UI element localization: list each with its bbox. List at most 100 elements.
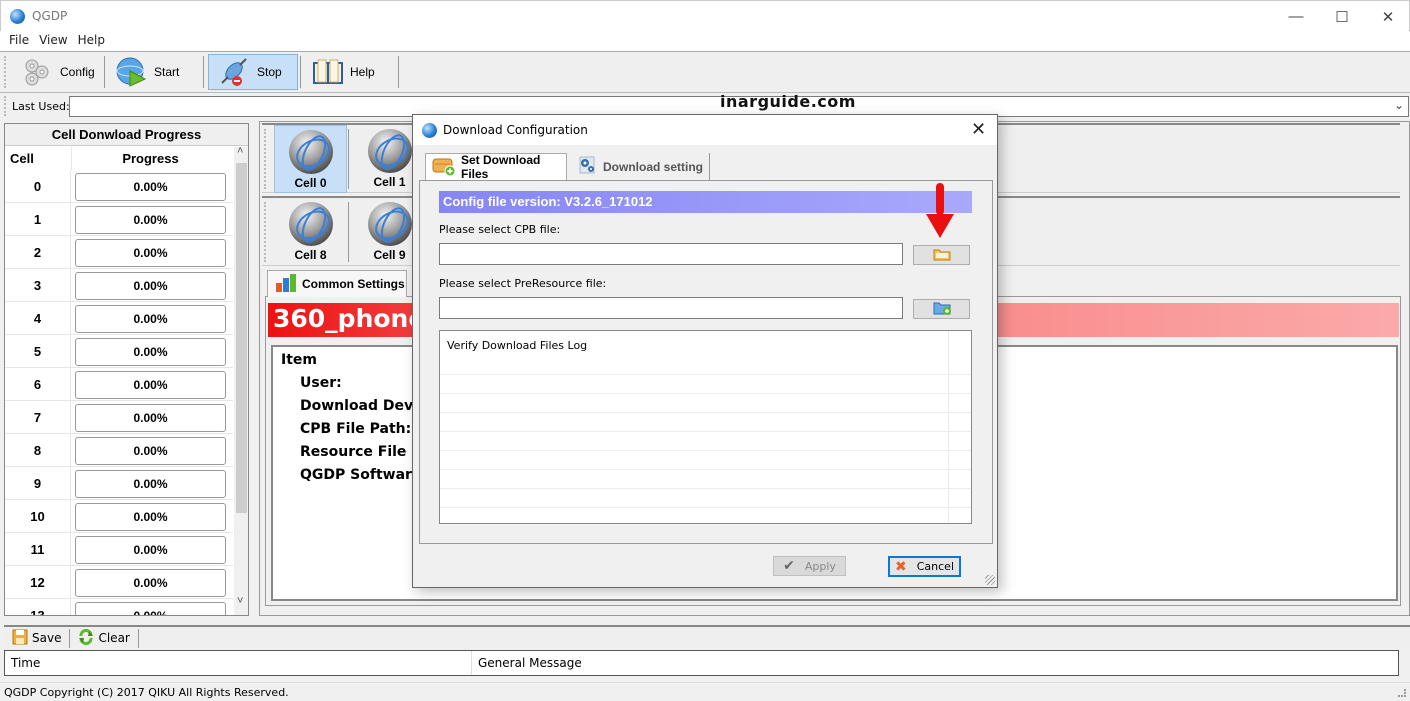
checkmark-icon: ✔ <box>783 558 795 574</box>
cell-progress-value: 0.00% <box>75 371 226 399</box>
log-table-header: Time General Message <box>4 650 1399 676</box>
log-row-line <box>440 450 971 451</box>
start-button[interactable]: Start <box>106 54 201 90</box>
column-time[interactable]: Time <box>11 656 40 670</box>
cell-number: 6 <box>5 368 71 401</box>
cell-progress-value: 0.00% <box>75 338 226 366</box>
column-header-progress: Progress <box>71 147 229 170</box>
minimize-button[interactable]: — <box>1273 1 1319 32</box>
toolbar-separator <box>104 56 105 88</box>
close-button[interactable]: ✕ <box>1365 1 1410 32</box>
cell-number: 1 <box>5 203 71 236</box>
maximize-button[interactable]: ☐ <box>1319 1 1365 32</box>
menu-help[interactable]: Help <box>73 31 110 51</box>
tab-set-download-files[interactable]: Set Download Files <box>425 153 567 181</box>
dialog-close-button[interactable]: ✕ <box>971 119 986 140</box>
cell-number: 8 <box>5 434 71 467</box>
menu-view[interactable]: View <box>34 31 72 51</box>
item-user: User: <box>300 375 342 391</box>
toolbar-separator <box>398 56 399 88</box>
toolbar-separator <box>203 56 204 88</box>
lastused-grip[interactable] <box>4 96 7 116</box>
save-label: Save <box>32 631 62 645</box>
config-version-text: Config file version: V3.2.6_171012 <box>443 194 653 209</box>
log-row-line <box>440 393 971 394</box>
cell-number: 12 <box>5 566 71 599</box>
log-row-line <box>440 507 971 508</box>
toolbar: Config Start Stop Help <box>0 51 1410 93</box>
help-button[interactable]: Help <box>302 54 397 90</box>
log-toolbar: Save Clear <box>4 625 1410 649</box>
cell-label: Cell 9 <box>373 248 406 262</box>
floppy-save-icon <box>12 629 28 648</box>
stop-button[interactable]: Stop <box>208 54 298 90</box>
verify-log-list[interactable]: Verify Download Files Log <box>439 330 972 524</box>
start-label: Start <box>154 65 180 79</box>
cell-number: 5 <box>5 335 71 368</box>
cell-progress-value: 0.00% <box>75 503 226 531</box>
progress-row: 7 0.00% <box>5 401 233 434</box>
item-software-version: QGDP Software ' <box>300 467 431 483</box>
cell-number: 3 <box>5 269 71 302</box>
progress-row: 4 0.00% <box>5 302 233 335</box>
config-label: Config <box>60 65 95 79</box>
browse-preresource-button[interactable] <box>913 299 970 319</box>
column-general-message[interactable]: General Message <box>478 656 582 670</box>
progress-row: 10 0.00% <box>5 500 233 533</box>
toolbar-grip[interactable] <box>4 56 7 88</box>
scroll-down-icon[interactable]: ˅ <box>237 595 243 607</box>
bar-chart-icon <box>275 273 297 296</box>
apply-button[interactable]: ✔ Apply <box>773 556 846 576</box>
progress-row: 1 0.00% <box>5 203 233 236</box>
cancel-button[interactable]: ✖ Cancel <box>888 556 961 577</box>
tab-label: Download setting <box>603 159 703 174</box>
status-bar: QGDP Copyright (C) 2017 QIKU All Rights … <box>0 682 1410 701</box>
preresource-file-label: Please select PreResource file: <box>439 277 607 290</box>
tab-download-setting[interactable]: Download setting <box>570 153 710 180</box>
log-row-line <box>440 469 971 470</box>
cell-progress-value: 0.00% <box>75 602 226 615</box>
preresource-file-input[interactable] <box>439 297 903 319</box>
network-globe-icon <box>288 202 333 246</box>
config-button[interactable]: Config <box>12 54 102 90</box>
disconnect-plug-icon <box>219 57 249 87</box>
resize-grip[interactable] <box>1398 689 1406 697</box>
dialog-title-bar[interactable]: Download Configuration ✕ <box>413 115 997 145</box>
strip-grip[interactable] <box>264 129 267 189</box>
progress-row: 13 0.00% <box>5 599 233 615</box>
cancel-label: Cancel <box>916 560 954 573</box>
network-globe-icon <box>367 202 412 246</box>
scrollbar-thumb[interactable] <box>236 163 247 513</box>
progress-row: 2 0.00% <box>5 236 233 269</box>
save-button[interactable]: Save <box>4 628 71 648</box>
chevron-down-icon[interactable]: ⌄ <box>1394 98 1404 112</box>
cell-progress-value: 0.00% <box>75 239 226 267</box>
progress-row: 8 0.00% <box>5 434 233 467</box>
column-divider[interactable] <box>471 651 472 675</box>
tab-common-settings[interactable]: Common Settings <box>267 270 407 297</box>
log-column-divider <box>948 331 949 523</box>
strip-grip[interactable] <box>264 202 267 262</box>
dialog-resize-grip[interactable] <box>985 575 995 585</box>
dialog-globe-icon <box>422 123 437 138</box>
progress-row: 0 0.00% <box>5 170 233 203</box>
progress-scrollbar[interactable]: ˄ ˅ <box>234 145 248 615</box>
network-globe-icon <box>367 129 412 173</box>
tab-label: Set Download Files <box>461 153 541 181</box>
cell-0-button[interactable]: Cell 0 <box>274 125 347 193</box>
progress-row: 6 0.00% <box>5 368 233 401</box>
cell-8-button[interactable]: Cell 8 <box>274 198 347 266</box>
refresh-clear-icon <box>78 628 94 648</box>
cell-progress-value: 0.00% <box>75 404 226 432</box>
scroll-up-icon[interactable]: ˄ <box>237 145 243 157</box>
browse-cpb-button[interactable] <box>913 245 970 265</box>
cpb-file-input[interactable] <box>439 243 903 265</box>
cell-progress-value: 0.00% <box>75 437 226 465</box>
clear-button[interactable]: Clear <box>70 628 139 648</box>
menu-file[interactable]: File <box>4 31 34 51</box>
cell-progress-value: 0.00% <box>75 569 226 597</box>
network-globe-icon <box>288 130 333 174</box>
progress-row: 9 0.00% <box>5 467 233 500</box>
cell-number: 13 <box>5 599 71 615</box>
help-label: Help <box>350 65 375 79</box>
